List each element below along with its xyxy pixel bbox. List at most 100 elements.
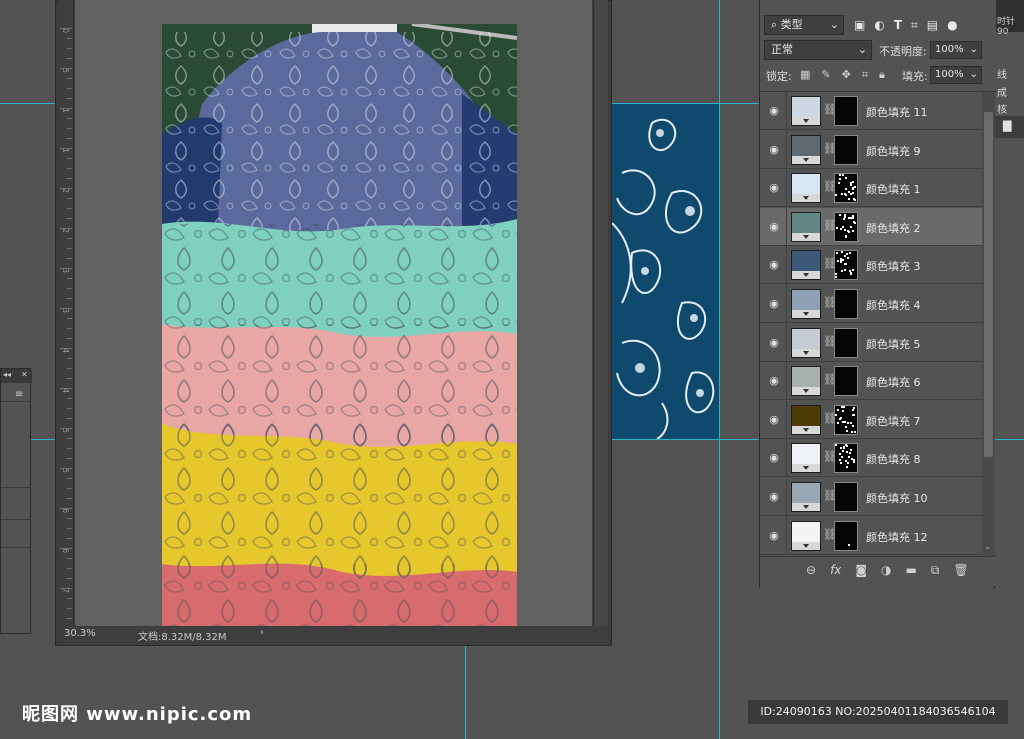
layer-mask-thumbnail[interactable] (834, 520, 858, 551)
eye-icon[interactable]: ◉ (767, 451, 781, 465)
floral-pattern-illustration (612, 103, 720, 439)
image-filter-icon[interactable]: ▣ (854, 18, 865, 32)
layer-thumbnail[interactable] (791, 520, 821, 551)
eye-icon[interactable]: ◉ (767, 490, 781, 504)
divider (786, 207, 787, 246)
eye-icon[interactable]: ◉ (767, 258, 781, 272)
adjustment-filter-icon[interactable]: ◐ (874, 18, 884, 32)
trash-icon[interactable]: 🗑︎ (953, 563, 968, 578)
link-icon[interactable]: ⊖ (806, 563, 816, 578)
layer-row[interactable]: ◉ ⛓ 颜色填充 12 (760, 516, 982, 555)
close-icon[interactable]: ✕ (21, 370, 28, 379)
layer-row[interactable]: ◉ ⛓ 颜色填充 6 (760, 362, 982, 401)
layer-name: 颜色填充 11 (866, 106, 928, 119)
layer-mask-thumbnail[interactable] (834, 250, 858, 281)
pattern-swatch-image[interactable] (612, 103, 720, 439)
layer-thumbnail[interactable] (791, 482, 821, 512)
layer-row[interactable]: ◉ ⛓ 颜色填充 7 (760, 400, 982, 439)
layer-mask-thumbnail[interactable] (834, 404, 858, 435)
layer-row[interactable]: ◉ ⛓ 颜色填充 5 (760, 323, 982, 362)
eye-icon[interactable]: ◉ (767, 143, 781, 157)
layer-row[interactable]: ◉ ⛓ 颜色填充 2 (760, 207, 982, 246)
layer-thumbnail[interactable] (791, 404, 821, 435)
layer-row[interactable]: ◉ ⛓ 颜色填充 10 (760, 478, 982, 516)
eye-icon[interactable]: ◉ (767, 413, 781, 427)
lock-pixels-icon[interactable]: ✎ (821, 68, 830, 82)
panel-header: ◂◂ ✕ (1, 369, 32, 383)
lock-position-icon[interactable]: ✥ (842, 68, 851, 82)
zoom-level[interactable]: 30.3% (64, 628, 104, 639)
layer-thumbnail[interactable] (791, 96, 821, 126)
eye-icon[interactable]: ◉ (767, 336, 781, 350)
eye-icon[interactable]: ◉ (767, 181, 781, 195)
layer-mask-thumbnail[interactable] (834, 211, 858, 242)
layer-row[interactable]: ◉ ⛓ 颜色填充 11 (760, 92, 982, 130)
filter-toggle-icon[interactable]: ● (947, 18, 957, 32)
layer-thumbnail[interactable] (791, 134, 821, 165)
dress-photo[interactable] (162, 24, 517, 627)
fill-field[interactable]: 100% ⌄ (930, 66, 982, 84)
status-menu-arrow-icon[interactable]: › (260, 627, 264, 638)
layer-kind-filter[interactable]: ⌕ 类型 ⌄ (764, 15, 844, 35)
eye-icon[interactable]: ◉ (767, 104, 781, 118)
eye-icon[interactable]: ◉ (767, 297, 781, 311)
layer-name: 颜色填充 12 (866, 530, 928, 544)
document-vertical-scrollbar[interactable] (593, 0, 608, 626)
layer-mask-thumbnail[interactable] (834, 327, 858, 358)
smart-object-filter-icon[interactable]: ▤ (927, 18, 938, 32)
layer-mask-thumbnail[interactable] (834, 173, 858, 204)
layer-mask-thumbnail[interactable] (834, 366, 858, 397)
eye-icon[interactable]: ◉ (767, 220, 781, 234)
strip-item[interactable]: 线 (997, 66, 1007, 81)
layer-mask-thumbnail[interactable] (834, 289, 858, 319)
opacity-field[interactable]: 100% ⌄ (930, 41, 982, 59)
mask-speck (844, 193, 846, 196)
lock-artboard-icon[interactable]: ⌗ (862, 68, 868, 82)
layer-thumbnail[interactable] (791, 366, 821, 397)
strip-item[interactable]: 成 (997, 84, 1007, 99)
layer-row[interactable]: ◉ ⛓ 颜色填充 9 (760, 130, 982, 169)
layer-row[interactable]: ◉ ⛓ 颜色填充 8 (760, 439, 982, 478)
layer-thumbnail[interactable] (791, 289, 821, 319)
collapse-arrows-icon[interactable]: ◂◂ (3, 370, 11, 379)
guide-vertical (719, 0, 720, 739)
folder-icon[interactable]: ▬ (906, 563, 917, 578)
blend-mode-select[interactable]: 正常 ⌄ (764, 40, 872, 60)
new-layer-icon[interactable]: ⧉ (931, 563, 940, 578)
layer-thumbnail[interactable] (791, 173, 821, 204)
collapsed-side-panel: ◂◂ ✕ ≡ (0, 368, 32, 634)
folder-row[interactable]: ▇ (995, 116, 1024, 138)
layer-mask-thumbnail[interactable] (834, 443, 858, 474)
text-filter-icon[interactable]: T (894, 18, 902, 32)
divider (786, 246, 787, 285)
layer-mask-thumbnail[interactable] (834, 96, 858, 126)
eye-icon[interactable]: ◉ (767, 374, 781, 388)
layer-row[interactable]: ◉ ⛓ 颜色填充 3 (760, 246, 982, 285)
adjustment-icon[interactable]: ◑ (881, 563, 891, 578)
shape-filter-icon[interactable]: ⌗ (911, 18, 918, 33)
lock-all-icon[interactable]: 🔒︎ (879, 68, 885, 82)
layer-mask-thumbnail[interactable] (834, 482, 858, 512)
scroll-down-icon[interactable]: ⌄ (984, 542, 992, 552)
mask-speck (852, 408, 854, 411)
fx-icon[interactable]: fx (830, 563, 841, 578)
strip-item[interactable]: 核 (997, 101, 1007, 116)
ruler-tick (60, 588, 72, 589)
layer-row[interactable]: ◉ ⛓ 颜色填充 1 (760, 169, 982, 208)
layer-thumbnail[interactable] (791, 250, 821, 281)
panel-menu-icon[interactable]: ≡ (15, 389, 23, 400)
layer-row[interactable]: ◉ ⛓ 颜色填充 4 (760, 285, 982, 323)
eye-icon[interactable]: ◉ (767, 529, 781, 543)
mask-speck (835, 444, 837, 447)
lock-transparent-icon[interactable]: ▦ (800, 68, 810, 82)
layer-name: 颜色填充 1 (866, 183, 921, 197)
layer-mask-thumbnail[interactable] (834, 134, 858, 165)
layer-thumbnail[interactable] (791, 327, 821, 358)
layer-thumbnail[interactable] (791, 211, 821, 242)
layer-thumbnail[interactable] (791, 443, 821, 474)
ruler-tick (67, 98, 72, 99)
photoshop-workspace: 051122334455667 30.3% 文档:8.32M/8.32M › ◂… (0, 0, 1024, 739)
mask-speck (839, 459, 841, 462)
layers-scrollbar-thumb[interactable] (984, 112, 993, 457)
mask-icon[interactable]: ◙ (855, 563, 867, 578)
